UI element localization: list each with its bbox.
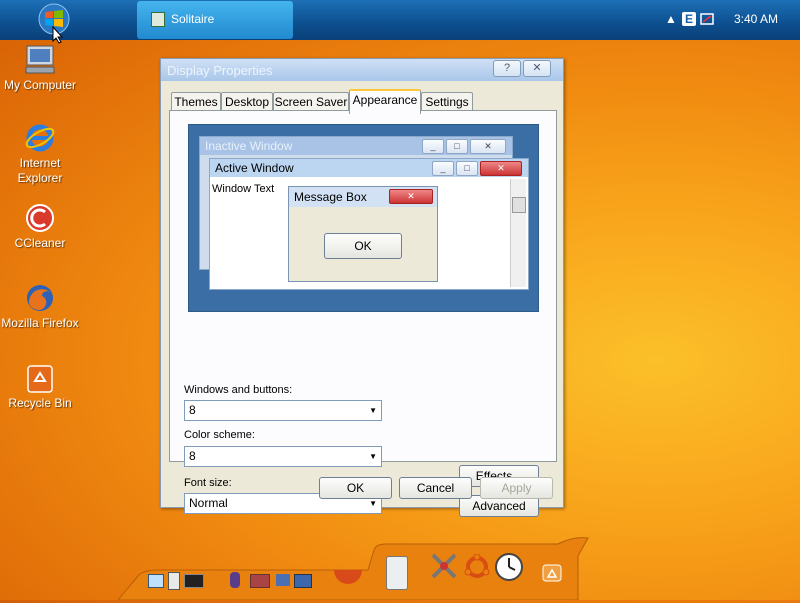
dock-item-folder-icon[interactable]	[250, 574, 270, 588]
desktop-icon-ccleaner[interactable]: CCleaner	[0, 202, 80, 251]
color-scheme-value: 8	[189, 449, 196, 463]
appearance-panel: Inactive Window _ □ ✕ Active Window _ □ …	[169, 110, 557, 517]
clock: 3:40 AM	[734, 12, 779, 26]
minimize-icon: _	[432, 161, 454, 176]
close-icon: ✕	[389, 189, 433, 204]
color-scheme-select[interactable]: 8 ▼	[184, 446, 382, 467]
desktop-icon-label: My Computer	[3, 78, 77, 92]
desktop-icon-label: Internet Explorer	[17, 156, 63, 185]
cancel-button[interactable]: Cancel	[399, 477, 472, 499]
tab-desktop[interactable]: Desktop	[221, 92, 273, 112]
maximize-icon: □	[446, 139, 468, 154]
tab-screen-saver[interactable]: Screen Saver	[273, 92, 349, 112]
e-tray-icon[interactable]: E	[682, 12, 696, 26]
preview-ok-button: OK	[324, 233, 402, 259]
dock-item-device-icon[interactable]	[168, 572, 180, 590]
dock-item-monitor-icon[interactable]	[184, 574, 204, 588]
desktop-icon-label: CCleaner	[14, 236, 66, 250]
firefox-icon	[24, 282, 56, 314]
color-scheme-label: Color scheme:	[184, 429, 255, 441]
dock-item-ipod-icon[interactable]	[386, 556, 408, 590]
desktop-icon-internet-explorer[interactable]: Internet Explorer	[0, 122, 80, 186]
preview-scrollbar	[510, 179, 526, 287]
taskbar-item-solitaire[interactable]: Solitaire	[137, 1, 293, 39]
appearance-preview: Inactive Window _ □ ✕ Active Window _ □ …	[188, 124, 539, 312]
taskbar-item-label: Solitaire	[171, 12, 215, 26]
dock-item-tools-icon[interactable]	[430, 552, 458, 580]
windows-buttons-label: Windows and buttons:	[184, 384, 293, 396]
chevron-down-icon: ▼	[369, 406, 377, 415]
recycle-bin-icon	[24, 362, 56, 394]
windows-buttons-value: 8	[189, 403, 196, 417]
preview-message-box: Message Box ✕ OK	[288, 186, 438, 282]
dock-item-clock-icon[interactable]	[494, 552, 524, 582]
display-properties-dialog: Display Properties ? ✕ Themes Desktop Sc…	[160, 58, 564, 517]
close-icon: ✕	[480, 161, 522, 176]
solitaire-icon	[151, 12, 165, 27]
desktop-icon-recycle-bin[interactable]: Recycle Bin	[0, 362, 80, 411]
close-button[interactable]: ✕	[523, 60, 551, 77]
desktop-icon-label: Mozilla Firefox	[1, 316, 79, 330]
maximize-icon: □	[456, 161, 478, 176]
internet-explorer-icon	[24, 122, 56, 154]
ccleaner-icon	[24, 202, 56, 234]
font-size-value: Normal	[189, 496, 228, 510]
dock-item-media-icon[interactable]	[294, 574, 312, 588]
computer-icon	[24, 44, 56, 76]
desktop-icon-label: Recycle Bin	[8, 396, 72, 410]
dock	[116, 536, 600, 601]
desktop-icon-mozilla-firefox[interactable]: Mozilla Firefox	[0, 282, 80, 331]
chevron-down-icon: ▼	[369, 452, 377, 461]
dock-item-recycle-icon[interactable]	[542, 564, 562, 582]
minimize-icon: _	[422, 139, 444, 154]
desktop-icon-my-computer[interactable]: My Computer	[0, 44, 80, 93]
close-icon: ✕	[470, 139, 506, 154]
preview-window-text: Window Text	[212, 183, 275, 195]
taskbar: Solitaire ▲ E 3:40 AM	[0, 0, 800, 40]
dock-item-music-icon[interactable]	[276, 574, 290, 586]
tab-appearance[interactable]: Appearance	[349, 89, 421, 114]
dialog-title-bar[interactable]: Display Properties ? ✕	[161, 59, 563, 81]
dialog-title: Display Properties	[167, 63, 273, 78]
dock-item-network-icon[interactable]	[148, 574, 164, 588]
tab-themes[interactable]: Themes	[171, 92, 221, 112]
windows-buttons-select[interactable]: 8 ▼	[184, 400, 382, 421]
ok-button[interactable]: OK	[319, 477, 392, 499]
apply-button[interactable]: Apply	[480, 477, 553, 499]
dock-item-user-icon[interactable]	[230, 572, 240, 588]
tab-settings[interactable]: Settings	[421, 92, 473, 112]
font-size-label: Font size:	[184, 477, 232, 489]
network-icon[interactable]	[700, 12, 714, 26]
dock-item-ubuntu-icon[interactable]	[464, 553, 490, 580]
eject-icon[interactable]: ▲	[664, 12, 678, 26]
help-button[interactable]: ?	[493, 60, 521, 77]
